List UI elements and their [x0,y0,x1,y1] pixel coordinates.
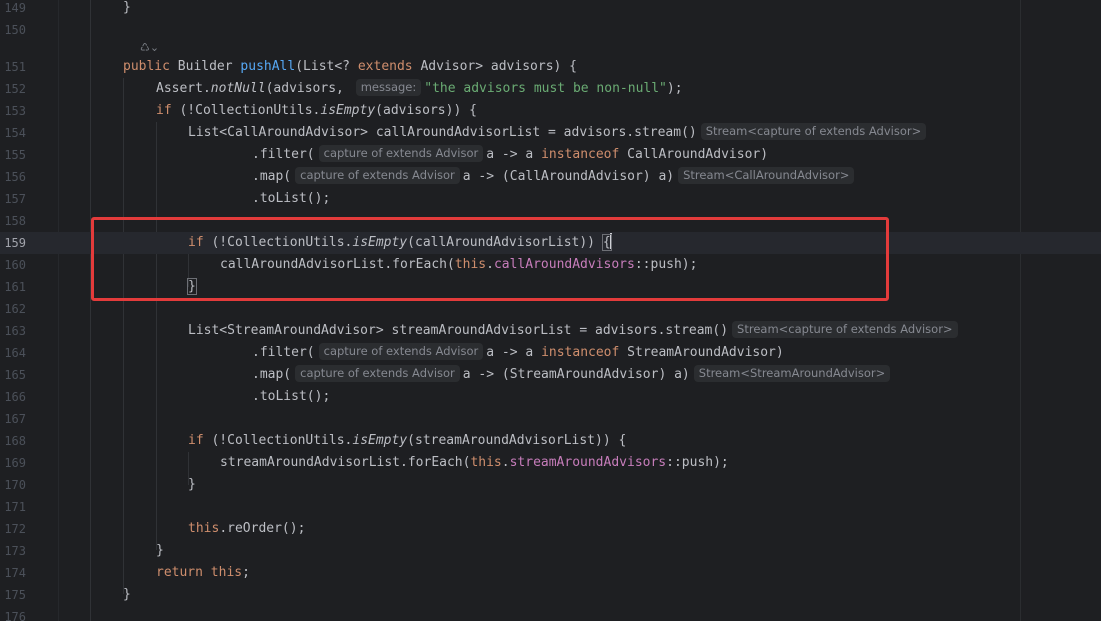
code-line[interactable]: 151 public Builder pushAll(List<? extend… [0,56,1101,78]
code-line[interactable]: 176 [0,606,1101,621]
line-number: 175 [4,588,26,602]
code-line[interactable]: 168 if (!CollectionUtils.isEmpty(streamA… [0,430,1101,452]
line-code: .toList(); [252,191,331,206]
line-number: 167 [4,412,26,426]
line-number: 163 [4,324,26,338]
line-number: 170 [4,478,26,492]
type-hint: capture of extends Advisor [318,343,484,360]
line-code: .filter(capture of extends Advisor a -> a… [252,145,769,162]
line-number: 156 [4,170,26,184]
line-code: .map(capture of extends Advisor a -> (Str… [252,364,893,386]
line-number: 149 [4,1,26,15]
code-line[interactable]: 163 List<StreamAroundAdvisor> streamArou… [0,320,1101,342]
type-hint: Stream<StreamAroundAdvisor> [693,365,891,382]
type-hint: Stream<capture of extends Advisor> [732,321,958,338]
line-number: 160 [4,258,26,272]
code-line[interactable]: 166 .toList(); [0,386,1101,408]
code-line[interactable]: 165 .map(capture of extends Advisor a -> … [0,364,1101,386]
code-line[interactable]: 175 } [0,584,1101,606]
line-code: if (!CollectionUtils.isEmpty(callAroundA… [188,233,612,251]
line-number: 168 [4,434,26,448]
line-number: 162 [4,302,26,316]
line-number: 159 [4,236,26,250]
line-code: List<StreamAroundAdvisor> streamAroundAd… [188,320,961,342]
line-number: 152 [4,82,26,96]
code-line[interactable]: 150 [0,19,1101,41]
line-code: if (!CollectionUtils.isEmpty(advisors)) … [156,103,477,118]
line-number: 174 [4,566,26,580]
line-number: 169 [4,456,26,470]
code-line[interactable]: 155 .filter(capture of extends Advisor a … [0,144,1101,166]
type-hint: Stream<capture of extends Advisor> [700,123,927,140]
code-line[interactable]: 172 this.reOrder(); [0,518,1101,540]
line-number: 154 [4,126,26,140]
code-line[interactable]: 157 .toList(); [0,188,1101,210]
line-number: 155 [4,148,26,162]
code-line[interactable]: 170 } [0,474,1101,496]
line-number: 153 [4,104,26,118]
line-number: 158 [4,214,26,228]
line-code: } [187,276,197,298]
line-number: 173 [4,544,26,558]
code-line[interactable]: 153 if (!CollectionUtils.isEmpty(advisor… [0,100,1101,122]
line-code: callAroundAdvisorList.forEach(this.callA… [220,257,698,272]
line-number: 161 [4,280,26,294]
code-line[interactable]: 152 Assert.notNull(advisors, message: "th… [0,78,1101,100]
line-code: this.reOrder(); [188,521,306,536]
type-hint: capture of extends Advisor [295,167,460,184]
code-line[interactable]: 169 streamAroundAdvisorList.forEach(this… [0,452,1101,474]
line-code: } [188,477,196,492]
line-code: } [156,543,164,558]
code-line[interactable]: 161 } [0,276,1101,298]
parameter-hint: message: [355,79,422,96]
line-code: streamAroundAdvisorList.forEach(this.str… [220,455,729,470]
code-line[interactable]: 171 [0,496,1101,518]
code-line[interactable]: 158 [0,210,1101,232]
line-code: } [123,587,131,602]
line-number: 176 [4,610,26,621]
code-line[interactable]: 154 List<CallAroundAdvisor> callAroundAd… [0,122,1101,144]
code-line[interactable]: 156 .map(capture of extends Advisor a -> … [0,166,1101,188]
text-caret [609,233,612,249]
line-number: 172 [4,522,26,536]
code-line[interactable]: 160 callAroundAdvisorList.forEach(this.c… [0,254,1101,276]
line-number: 166 [4,390,26,404]
line-code: public Builder pushAll(List<? extends Ad… [123,59,578,74]
matched-brace: } [187,278,197,295]
code-line[interactable]: 162 [0,298,1101,320]
line-number: 164 [4,346,26,360]
line-code: } [123,0,131,15]
ai-assistant-icon[interactable]: ♺⌄ [140,40,159,56]
code-line[interactable]: 167 [0,408,1101,430]
line-code: .map(capture of extends Advisor a -> (Cal… [252,166,857,188]
type-hint: capture of extends Advisor [318,145,484,162]
type-hint: capture of extends Advisor [295,365,460,382]
line-number: 151 [4,60,26,74]
line-code: List<CallAroundAdvisor> callAroundAdviso… [188,122,929,144]
code-editor[interactable]: ♺⌄ 149 } 150 151 public Builder pushAll(… [0,0,1101,621]
code-line[interactable]: 174 return this; [0,562,1101,584]
code-line[interactable]: 164 .filter(capture of extends Advisor a … [0,342,1101,364]
code-line[interactable]: 173 } [0,540,1101,562]
line-code: return this; [156,565,250,580]
line-number: 150 [4,23,26,37]
type-hint: Stream<CallAroundAdvisor> [678,167,855,184]
line-code: .filter(capture of extends Advisor a -> a… [252,343,784,360]
code-line[interactable]: 149 } [0,0,1101,19]
line-number: 157 [4,192,26,206]
line-number: 171 [4,500,26,514]
line-code: if (!CollectionUtils.isEmpty(streamAroun… [188,433,627,448]
code-line-current[interactable]: 159 if (!CollectionUtils.isEmpty(callAro… [0,232,1101,254]
line-code: .toList(); [252,389,331,404]
line-number: 165 [4,368,26,382]
line-code: Assert.notNull(advisors, message: "the ad… [156,79,683,96]
